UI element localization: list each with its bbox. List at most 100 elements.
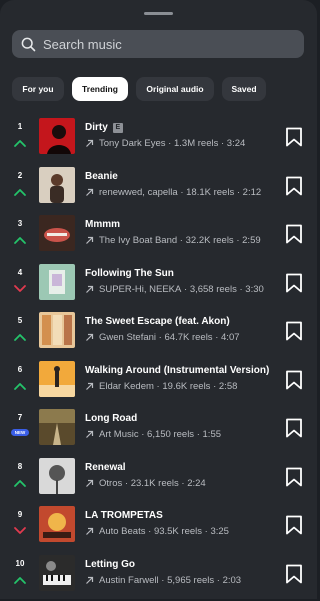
album-art (39, 361, 75, 397)
track-meta: Eldar Kedem · 19.6K reels · 2:58 (85, 381, 237, 392)
artist-name: Tony Dark Eyes (99, 138, 166, 149)
album-art (39, 215, 75, 251)
track-title-row: Letting Go (85, 559, 135, 570)
rank-number: 4 (10, 268, 30, 277)
track-title: Dirty (85, 122, 108, 133)
track-duration: 3:30 (245, 284, 264, 295)
rank-number: 1 (10, 122, 30, 131)
bookmark-icon[interactable] (285, 224, 303, 244)
track-row[interactable]: 4 Following The Sun SUPER-Hi, NEEKA · 3,… (0, 262, 317, 311)
track-meta: Gwen Stefani · 64.7K reels · 4:07 (85, 332, 240, 343)
trending-arrow-icon (85, 333, 94, 342)
rank-number: 9 (10, 510, 30, 519)
track-row[interactable]: 8 Renewal Otros · 23.1K reels · 2:24 (0, 456, 317, 505)
bookmark-icon[interactable] (285, 176, 303, 196)
track-duration: 2:59 (242, 235, 261, 246)
track-row[interactable]: 10 Letting Go Austin Farwell · 5,965 ree… (0, 553, 317, 601)
reel-count: 5,965 reels (167, 575, 214, 586)
track-duration: 2:58 (219, 381, 238, 392)
rank-number: 2 (10, 171, 30, 180)
trending-arrow-icon (85, 139, 94, 148)
trending-arrow-icon (85, 188, 94, 197)
drag-handle[interactable] (144, 12, 173, 15)
trend-up-icon (12, 138, 28, 148)
track-duration: 3:25 (210, 526, 229, 537)
bookmark-icon[interactable] (285, 418, 303, 438)
bookmark-icon[interactable] (285, 321, 303, 341)
artist-name: renewwed, capella (99, 187, 178, 198)
tab-for-you[interactable]: For you (12, 77, 64, 101)
track-row[interactable]: 2 Beanie renewwed, capella · 18.1K reels… (0, 165, 317, 214)
track-title: Letting Go (85, 559, 135, 570)
tab-saved[interactable]: Saved (222, 77, 266, 101)
track-title-row: Dirty E (85, 122, 123, 133)
track-title: Following The Sun (85, 268, 174, 279)
track-duration: 1:55 (203, 429, 222, 440)
track-row[interactable]: 1 Dirty E Tony Dark Eyes · 1.3M reels · … (0, 116, 317, 165)
artist-name: Auto Beats (99, 526, 145, 537)
track-duration: 2:12 (243, 187, 262, 198)
reel-count: 19.6K reels (162, 381, 210, 392)
track-row[interactable]: 9 LA TROMPETAS Auto Beats · 93.5K reels … (0, 504, 317, 553)
rank-number: 8 (10, 462, 30, 471)
album-art (39, 506, 75, 542)
reel-count: 3,658 reels (190, 284, 237, 295)
bookmark-icon[interactable] (285, 127, 303, 147)
album-art (39, 167, 75, 203)
track-row[interactable]: 5 The Sweet Escape (feat. Akon) Gwen Ste… (0, 310, 317, 359)
new-badge: NEW (11, 429, 29, 436)
explicit-badge: E (113, 123, 123, 133)
album-art (39, 118, 75, 154)
reel-count: 32.2K reels (186, 235, 234, 246)
search-placeholder: Search music (43, 37, 122, 52)
album-art (39, 409, 75, 445)
reel-count: 1.3M reels (174, 138, 218, 149)
track-title-row: Mmmm (85, 219, 120, 230)
rank-number: 6 (10, 365, 30, 374)
artist-name: Gwen Stefani (99, 332, 156, 343)
track-duration: 2:24 (187, 478, 206, 489)
bookmark-icon[interactable] (285, 515, 303, 535)
track-meta: Tony Dark Eyes · 1.3M reels · 3:24 (85, 138, 245, 149)
track-row[interactable]: 6 Walking Around (Instrumental Version) … (0, 359, 317, 408)
search-icon (21, 37, 36, 52)
track-meta: Auto Beats · 93.5K reels · 3:25 (85, 526, 229, 537)
reel-count: 93.5K reels (154, 526, 202, 537)
reel-count: 18.1K reels (186, 187, 234, 198)
bookmark-icon[interactable] (285, 467, 303, 487)
trending-arrow-icon (85, 236, 94, 245)
track-row[interactable]: 7 NEW Long Road Art Music · 6,150 reels … (0, 407, 317, 456)
trend-up-icon (12, 381, 28, 391)
trend-up-icon (12, 332, 28, 342)
track-meta: Otros · 23.1K reels · 2:24 (85, 478, 206, 489)
artist-name: Otros (99, 478, 122, 489)
artist-name: SUPER-Hi, NEEKA (99, 284, 181, 295)
bookmark-icon[interactable] (285, 564, 303, 584)
track-title-row: Walking Around (Instrumental Version) (85, 365, 269, 376)
tab-original-audio[interactable]: Original audio (136, 77, 214, 101)
bookmark-icon[interactable] (285, 370, 303, 390)
track-title-row: Beanie (85, 171, 118, 182)
track-meta: The Ivy Boat Band · 32.2K reels · 2:59 (85, 235, 261, 246)
track-row[interactable]: 3 Mmmm The Ivy Boat Band · 32.2K reels ·… (0, 213, 317, 262)
reel-count: 64.7K reels (165, 332, 213, 343)
track-duration: 4:07 (221, 332, 240, 343)
track-meta: renewwed, capella · 18.1K reels · 2:12 (85, 187, 261, 198)
album-art (39, 264, 75, 300)
tab-bar: For you Trending Original audio Saved (12, 77, 266, 101)
trending-arrow-icon (85, 576, 94, 585)
artist-name: The Ivy Boat Band (99, 235, 177, 246)
bookmark-icon[interactable] (285, 273, 303, 293)
track-title-row: Following The Sun (85, 268, 174, 279)
track-meta: SUPER-Hi, NEEKA · 3,658 reels · 3:30 (85, 284, 264, 295)
artist-name: Austin Farwell (99, 575, 159, 586)
trend-up-icon (12, 187, 28, 197)
trend-up-icon (12, 575, 28, 585)
search-input[interactable]: Search music (12, 30, 304, 58)
album-art (39, 458, 75, 494)
track-title-row: The Sweet Escape (feat. Akon) (85, 316, 230, 327)
tab-trending[interactable]: Trending (72, 77, 128, 101)
trending-arrow-icon (85, 430, 94, 439)
track-title: Beanie (85, 171, 118, 182)
rank-number: 3 (10, 219, 30, 228)
